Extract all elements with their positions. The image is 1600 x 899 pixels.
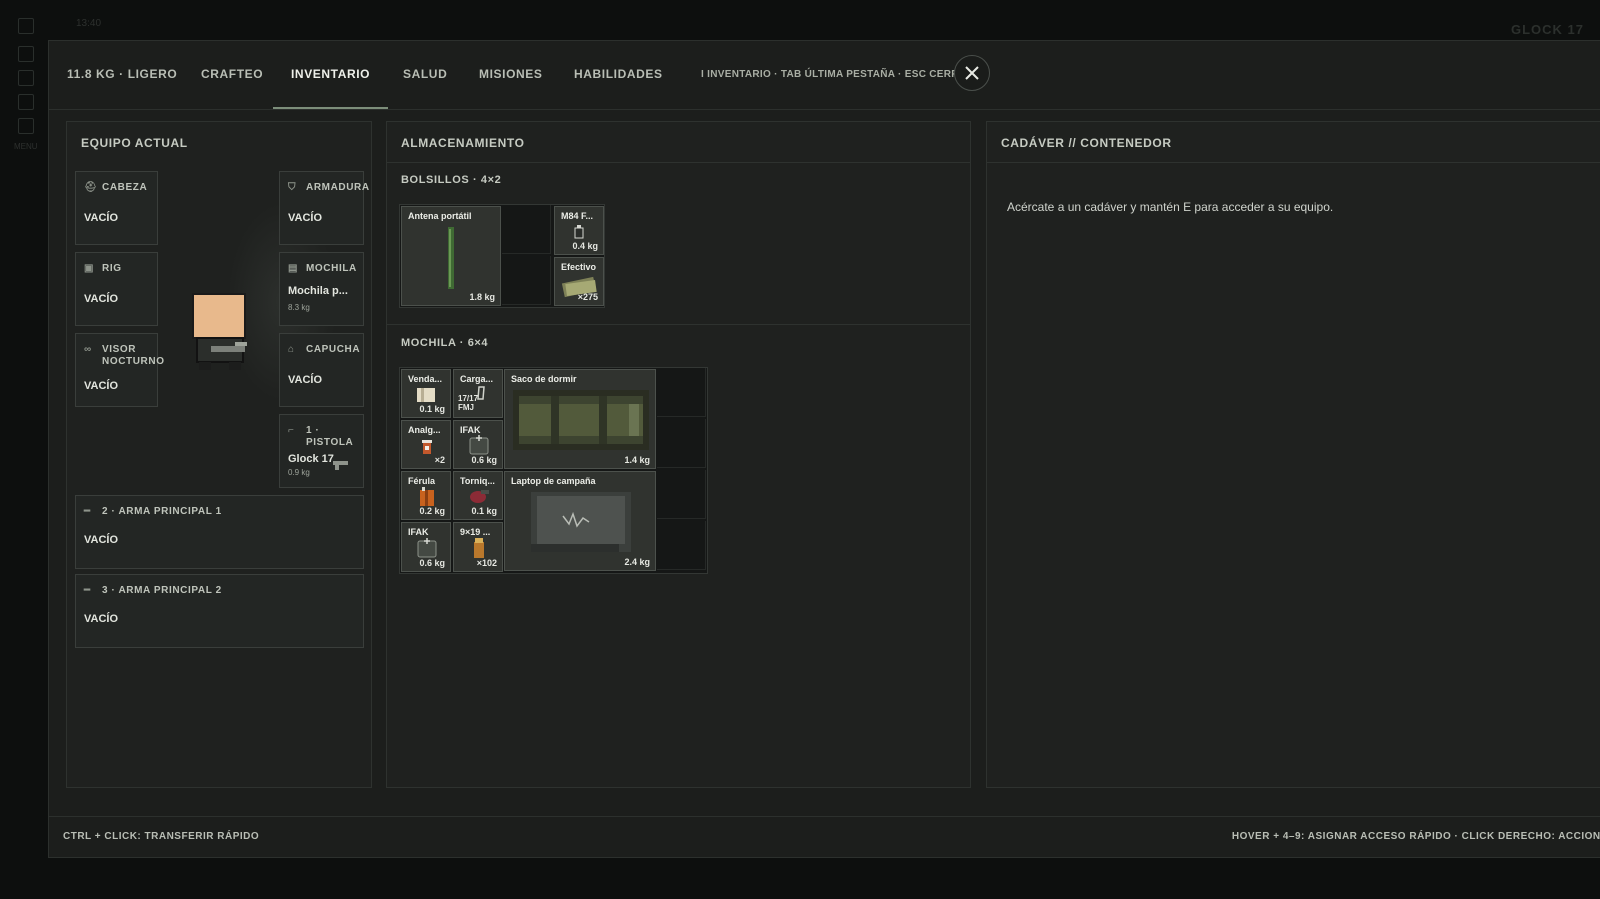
slot-primary-weapon-2[interactable]: ━ 3 · ARMA PRINCIPAL 2 VACÍO [75,574,364,648]
grid-cell[interactable] [502,256,551,305]
character-avatar [192,293,247,370]
heart-icon [18,46,34,62]
helmet-icon: ⛑ [84,182,98,193]
ammo-box-icon [474,538,484,558]
status-icon [18,18,34,34]
hunger-icon [18,70,34,86]
grid-cell[interactable] [502,205,551,254]
close-icon [965,66,979,80]
goggles-icon: ∞ [84,344,92,355]
pockets-title: BOLSILLOS · 4×2 [401,174,502,186]
item-portable-antenna[interactable]: Antena portátil 1.8 kg [401,206,501,306]
tourniquet-icon [470,490,489,503]
backpack-icon: ▤ [288,263,299,274]
divider [387,324,970,325]
footer-hint-right: HOVER + 4–9: ASIGNAR ACCESO RÁPIDO · CLI… [1231,831,1600,842]
antenna-icon [448,227,454,289]
divider [987,162,1600,163]
container-message: Acércate a un cadáver y mantén E para ac… [1007,200,1334,214]
backpack-title: MOCHILA · 6×4 [401,337,489,349]
bandage-icon [417,388,435,402]
equipment-title: EQUIPO ACTUAL [81,136,188,150]
laptop-icon [531,492,631,552]
tab-bar: 11.8 KG · LIGERO CRAFTEO INVENTARIO SALU… [49,41,1600,110]
slot-night-vision[interactable]: ∞ VISOR NOCTURNO VACÍO [75,333,164,407]
pill-bottle-icon [422,440,432,454]
slot-primary-weapon-1[interactable]: ━ 2 · ARMA PRINCIPAL 1 VACÍO [75,495,364,569]
grid-cell[interactable] [657,368,706,417]
tab-health[interactable]: SALUD [403,41,447,109]
divider [387,162,970,163]
grid-cell[interactable] [657,419,706,468]
tab-missions[interactable]: MISIONES [479,41,542,109]
item-bandage[interactable]: Venda... 0.1 kg [401,369,451,418]
slot-hood[interactable]: ⌂ CAPUCHA VACÍO [279,333,364,407]
close-button[interactable] [954,55,990,91]
pockets-grid: Antena portátil 1.8 kg M84 F... 0.4 kg E… [399,204,605,308]
item-field-laptop[interactable]: Laptop de campaña 2.4 kg [504,471,656,571]
stamina-icon [18,118,34,134]
storage-title: ALMACENAMIENTO [401,136,525,150]
rig-icon: ▣ [84,263,95,274]
grid-cell[interactable] [657,521,706,570]
slot-armor[interactable]: ⛉ ARMADURA VACÍO [279,171,369,245]
storage-panel: ALMACENAMIENTO BOLSILLOS · 4×2 Antena po… [386,121,971,788]
first-aid-kit-icon [417,538,437,558]
keyboard-hint: I INVENTARIO · TAB ÚLTIMA PESTAÑA · ESC … [701,69,974,80]
item-tourniquet[interactable]: Torniq... 0.1 kg [453,471,503,520]
side-label: MENU [14,142,38,151]
grenade-icon [574,225,584,239]
slot-rig[interactable]: ▣ RIG VACÍO [75,252,158,326]
tab-crafting[interactable]: CRAFTEO [201,41,263,109]
glock-icon [333,461,348,470]
footer-hint-left: CTRL + CLICK: TRANSFERIR RÁPIDO [63,831,260,842]
footer-bar: CTRL + CLICK: TRANSFERIR RÁPIDO HOVER + … [49,816,1600,857]
sleeping-bag-icon [513,390,649,450]
water-icon [18,94,34,110]
slot-head[interactable]: ⛑ CABEZA VACÍO [75,171,158,245]
container-panel: CADÁVER // CONTENEDOR Acércate a un cadá… [986,121,1600,788]
slot-pistol[interactable]: ⌐ 1 · PISTOLA Glock 17 0.9 kg [279,414,364,488]
container-title: CADÁVER // CONTENEDOR [1001,136,1172,150]
backpack-grid: Venda... 0.1 kg Carga... 17/17 FMJ Saco d… [399,367,708,574]
inventory-modal: 11.8 KG · LIGERO CRAFTEO INVENTARIO SALU… [48,40,1600,858]
tab-skills[interactable]: HABILIDADES [574,41,663,109]
item-flashbang[interactable]: M84 F... 0.4 kg [554,206,604,255]
clock-text: 13:40 [76,18,102,29]
splint-icon [420,487,434,506]
pistol-icon: ⌐ [288,425,295,436]
item-splint[interactable]: Férula 0.2 kg [401,471,451,520]
rifle-icon: ━ [84,585,91,596]
grid-cell[interactable] [657,470,706,519]
rifle-icon: ━ [84,506,91,517]
equipped-weapon-text: GLOCK 17 [1510,22,1584,37]
item-magazine[interactable]: Carga... 17/17 FMJ [453,369,503,418]
slot-backpack[interactable]: ▤ MOCHILA Mochila p... 8.3 kg [279,252,364,326]
item-sleeping-bag[interactable]: Saco de dormir 1.4 kg [504,369,656,469]
item-cash[interactable]: Efectivo ×275 [554,257,604,306]
item-9mm-ammo[interactable]: 9×19 ... ×102 [453,522,503,572]
item-ifak[interactable]: IFAK 0.6 kg [453,420,503,469]
weight-status: 11.8 KG · LIGERO [67,67,178,81]
equipment-panel: EQUIPO ACTUAL ⛑ CABEZA VACÍO ▣ RIG VACÍO ∞… [66,121,372,788]
first-aid-kit-icon [469,435,489,455]
hood-icon: ⌂ [288,344,295,355]
item-ifak[interactable]: IFAK 0.6 kg [401,522,451,572]
tab-inventory[interactable]: INVENTARIO [273,41,389,109]
item-painkillers[interactable]: Analg... ×2 [401,420,451,469]
shield-icon: ⛉ [288,182,297,193]
